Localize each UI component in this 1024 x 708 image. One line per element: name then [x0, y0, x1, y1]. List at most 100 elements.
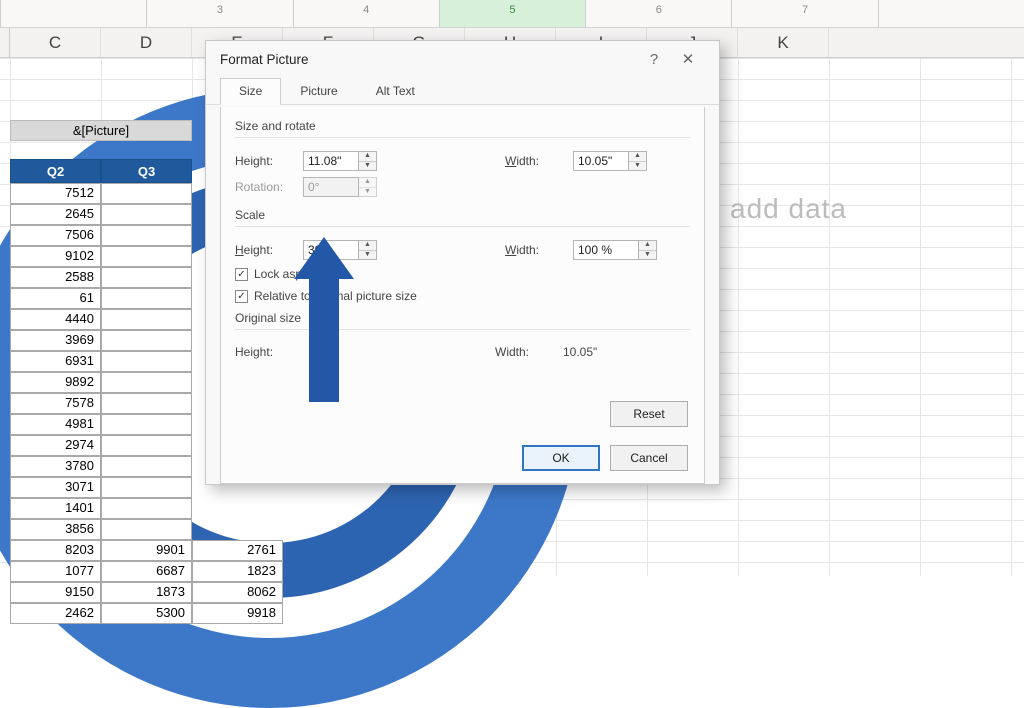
help-icon: ?: [650, 51, 658, 68]
checkbox-lock-aspect[interactable]: ✓ Lock aspect ratio: [235, 263, 690, 285]
table-cell[interactable]: 1873: [101, 582, 192, 603]
dialog-tabs: Size Picture Alt Text: [206, 77, 719, 105]
table-cell[interactable]: 9918: [192, 603, 283, 624]
table-cell[interactable]: 2588: [10, 267, 101, 288]
quarter-header: Q3: [101, 159, 192, 183]
table-cell[interactable]: [101, 372, 192, 393]
divider: [235, 329, 690, 330]
tab-alt-text[interactable]: Alt Text: [357, 78, 434, 105]
table-cell[interactable]: 6931: [10, 351, 101, 372]
table-cell[interactable]: 4981: [10, 414, 101, 435]
tab-size[interactable]: Size: [220, 78, 281, 105]
table-cell[interactable]: 3969: [10, 330, 101, 351]
close-button[interactable]: ✕: [671, 45, 705, 73]
label-orig-width: Width:: [495, 345, 555, 359]
table-cell[interactable]: [101, 414, 192, 435]
table-cell[interactable]: 6687: [101, 561, 192, 582]
label-rotation: Rotation:: [235, 180, 295, 194]
table-cell[interactable]: [101, 225, 192, 246]
ruler-mark: 3: [146, 0, 292, 27]
chevron-up-icon: ▲: [629, 152, 646, 162]
table-cell[interactable]: 4440: [10, 309, 101, 330]
table-cell[interactable]: 7512: [10, 183, 101, 204]
table-cell[interactable]: [101, 183, 192, 204]
table-row: 3856: [10, 519, 283, 540]
table-row: 107766871823: [10, 561, 283, 582]
table-cell[interactable]: [101, 393, 192, 414]
tab-picture[interactable]: Picture: [281, 78, 356, 105]
table-cell[interactable]: 9901: [101, 540, 192, 561]
group-original-size: Original size: [235, 311, 690, 325]
spinner-scale-height[interactable]: ▲▼: [359, 240, 377, 260]
table-cell[interactable]: [101, 519, 192, 540]
label-width: Width:: [505, 154, 565, 168]
table-cell[interactable]: 9150: [10, 582, 101, 603]
table-cell[interactable]: 2645: [10, 204, 101, 225]
table-cell[interactable]: 3071: [10, 477, 101, 498]
dialog-title: Format Picture: [220, 52, 309, 67]
table-cell[interactable]: [101, 309, 192, 330]
checkbox-relative-original[interactable]: ✓ Relative to original picture size: [235, 285, 690, 307]
table-cell[interactable]: 9102: [10, 246, 101, 267]
reset-button[interactable]: Reset: [610, 401, 688, 427]
table-cell[interactable]: [101, 204, 192, 225]
column-header[interactable]: C: [10, 28, 101, 57]
table-cell[interactable]: 2761: [192, 540, 283, 561]
table-cell[interactable]: 9892: [10, 372, 101, 393]
table-cell[interactable]: [101, 477, 192, 498]
spinner-size-width[interactable]: ▲▼: [629, 151, 647, 171]
table-cell[interactable]: 1823: [192, 561, 283, 582]
chevron-down-icon: ▼: [359, 251, 376, 260]
table-cell[interactable]: 61: [10, 288, 101, 309]
chevron-up-icon: ▲: [359, 241, 376, 251]
checkmark-icon: ✓: [235, 268, 248, 281]
label-scale-height: Height:: [235, 243, 295, 257]
value-orig-width: 10.05": [563, 345, 597, 359]
table-cell[interactable]: 7506: [10, 225, 101, 246]
input-size-width[interactable]: [573, 151, 629, 171]
input-size-height[interactable]: [303, 151, 359, 171]
table-cell[interactable]: 1401: [10, 498, 101, 519]
label-orig-height: Height:: [235, 345, 295, 359]
spinner-rotation: ▲▼: [359, 177, 377, 197]
ruler-mark: 4: [293, 0, 439, 27]
close-icon: ✕: [682, 50, 695, 68]
ok-button[interactable]: OK: [522, 445, 600, 471]
table-row: 820399012761: [10, 540, 283, 561]
checkbox-label: Lock aspect ratio: [254, 267, 345, 281]
table-cell[interactable]: [101, 330, 192, 351]
table-cell[interactable]: 2462: [10, 603, 101, 624]
table-cell[interactable]: 5300: [101, 603, 192, 624]
table-cell[interactable]: [101, 498, 192, 519]
label-scale-width: Width:: [505, 243, 565, 257]
table-cell[interactable]: [101, 246, 192, 267]
input-scale-width[interactable]: [573, 240, 639, 260]
ruler-mark: 6: [585, 0, 731, 27]
table-cell[interactable]: [101, 267, 192, 288]
table-cell[interactable]: [101, 288, 192, 309]
table-cell[interactable]: [101, 435, 192, 456]
spinner-scale-width[interactable]: ▲▼: [639, 240, 657, 260]
chevron-up-icon: ▲: [359, 152, 376, 162]
spinner-size-height[interactable]: ▲▼: [359, 151, 377, 171]
help-button[interactable]: ?: [637, 45, 671, 73]
ruler-mark: [878, 0, 1024, 27]
table-row: 1401: [10, 498, 283, 519]
group-size-rotate: Size and rotate: [235, 119, 690, 133]
table-cell[interactable]: 8062: [192, 582, 283, 603]
chevron-down-icon: ▼: [639, 251, 656, 260]
ruler-mark: 5: [439, 0, 585, 27]
table-cell[interactable]: 3856: [10, 519, 101, 540]
table-cell[interactable]: 1077: [10, 561, 101, 582]
table-cell[interactable]: 2974: [10, 435, 101, 456]
table-cell[interactable]: [101, 456, 192, 477]
column-header[interactable]: D: [101, 28, 192, 57]
input-scale-height[interactable]: [303, 240, 359, 260]
cancel-button[interactable]: Cancel: [610, 445, 688, 471]
table-cell[interactable]: 3780: [10, 456, 101, 477]
table-cell[interactable]: 8203: [10, 540, 101, 561]
table-cell[interactable]: [101, 351, 192, 372]
column-header[interactable]: K: [738, 28, 829, 57]
dialog-titlebar[interactable]: Format Picture ? ✕: [206, 41, 719, 77]
table-cell[interactable]: 7578: [10, 393, 101, 414]
